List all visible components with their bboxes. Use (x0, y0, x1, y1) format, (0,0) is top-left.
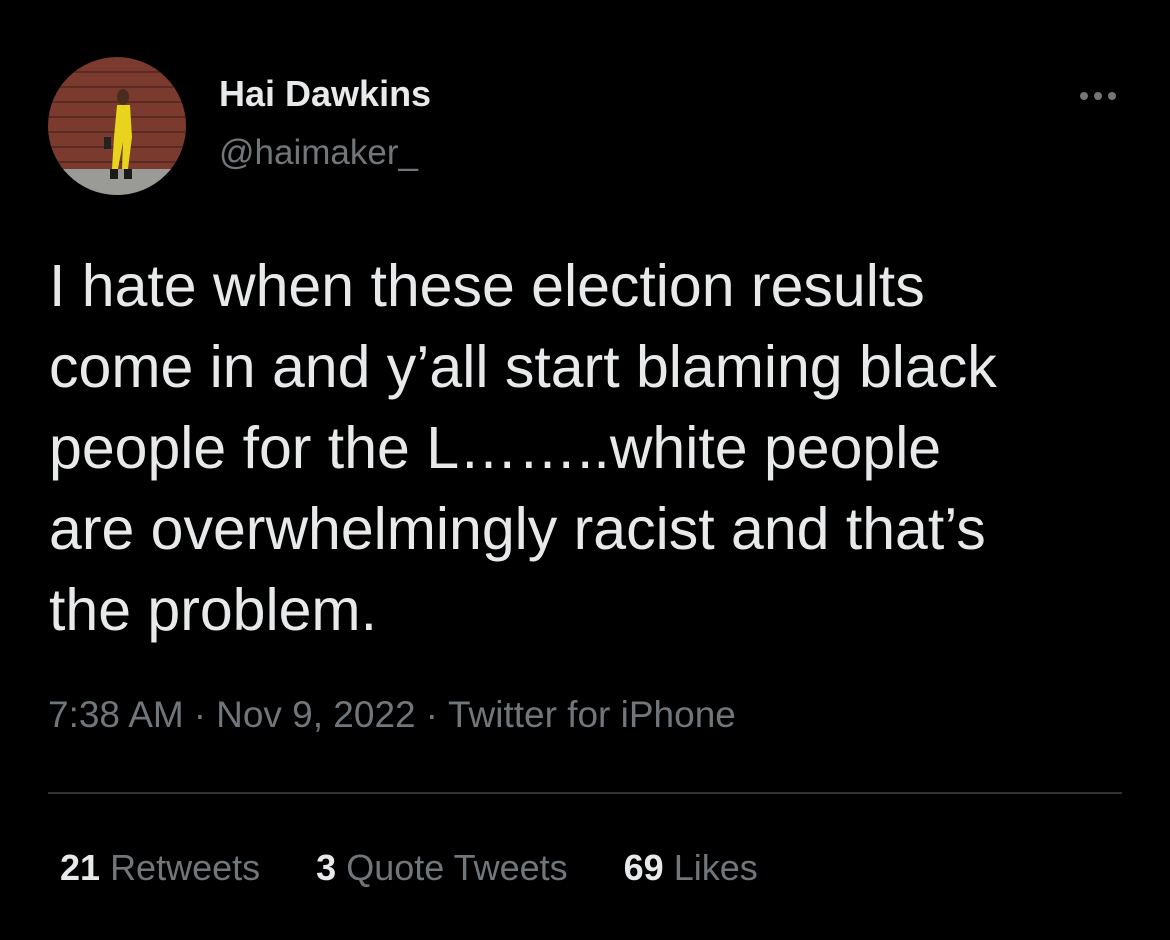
tweet-text-line: the problem. (49, 577, 377, 643)
tweet-text-line: I hate when these election results (49, 253, 925, 319)
tweet-text: I hate when these election results come … (49, 246, 1139, 651)
more-options-button[interactable] (1070, 80, 1126, 112)
tweet-stats: 21 Retweets 3 Quote Tweets 69 Likes (60, 847, 758, 889)
quote-tweets-label: Quote Tweets (346, 847, 568, 888)
retweets-stat[interactable]: 21 Retweets (60, 847, 260, 889)
quote-tweets-stat[interactable]: 3 Quote Tweets (316, 847, 568, 889)
likes-label: Likes (673, 847, 758, 888)
tweet-text-line: are overwhelmingly racist and that’s (49, 496, 986, 562)
ellipsis-icon (1080, 92, 1088, 100)
meta-separator: · (193, 694, 207, 735)
tweet-source[interactable]: Twitter for iPhone (448, 694, 736, 735)
likes-stat[interactable]: 69 Likes (624, 847, 758, 889)
author-name[interactable]: Hai Dawkins (219, 73, 431, 115)
tweet-time[interactable]: 7:38 AM (48, 694, 184, 735)
quote-tweets-count: 3 (316, 847, 337, 888)
tweet-text-line: come in and y’all start blaming black (49, 334, 997, 400)
meta-separator: · (425, 694, 438, 735)
tweet-card: Hai Dawkins @haimaker_ I hate when these… (0, 0, 1170, 940)
retweets-label: Retweets (110, 847, 261, 888)
retweets-count: 21 (60, 847, 101, 888)
tweet-metadata: 7:38 AM · Nov 9, 2022 · Twitter for iPhone (48, 694, 736, 736)
avatar[interactable] (48, 57, 186, 195)
profile-photo (48, 57, 186, 195)
author-handle[interactable]: @haimaker_ (219, 133, 418, 173)
ellipsis-icon-dot (1108, 92, 1116, 100)
likes-count: 69 (623, 847, 664, 888)
ellipsis-icon-dot (1094, 92, 1102, 100)
divider (48, 792, 1122, 794)
tweet-text-line: people for the L……..white people (49, 415, 942, 481)
tweet-date[interactable]: Nov 9, 2022 (216, 694, 416, 735)
